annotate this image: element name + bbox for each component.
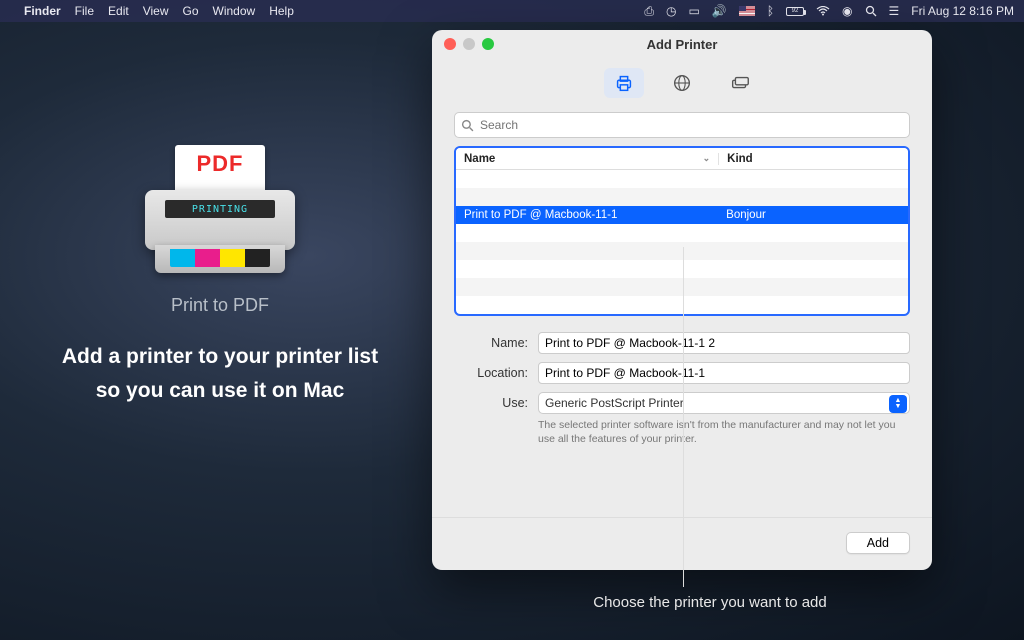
user-icon[interactable]: ◉: [842, 4, 852, 18]
name-label: Name:: [454, 336, 528, 350]
callout-text: Choose the printer you want to add: [560, 594, 860, 611]
bluetooth-icon[interactable]: ᛒ: [767, 4, 774, 18]
menu-view[interactable]: View: [143, 4, 169, 18]
callout-line: [683, 247, 684, 587]
minimize-icon[interactable]: [463, 38, 475, 50]
window-title: Add Printer: [432, 37, 932, 52]
close-icon[interactable]: [444, 38, 456, 50]
input-flag-icon[interactable]: [739, 6, 755, 16]
timemachine-icon[interactable]: ◷: [666, 4, 676, 18]
search-input[interactable]: [480, 118, 903, 132]
search-icon: [461, 119, 474, 132]
menu-edit[interactable]: Edit: [108, 4, 129, 18]
select-chevrons-icon: ▲▼: [889, 395, 907, 413]
location-input[interactable]: [538, 362, 910, 384]
name-input[interactable]: [538, 332, 910, 354]
search-menu-icon[interactable]: [865, 5, 877, 17]
row-kind: Bonjour: [718, 209, 766, 221]
use-value: Generic PostScript Printer: [545, 396, 684, 410]
location-label: Location:: [454, 366, 528, 380]
column-name-header[interactable]: Name⌄: [456, 153, 718, 165]
menu-file[interactable]: File: [75, 4, 94, 18]
menu-bar: Finder File Edit View Go Window Help ⎙ ◷…: [0, 0, 1024, 22]
menu-window[interactable]: Window: [213, 4, 256, 18]
battery-icon[interactable]: 92: [786, 7, 804, 16]
windows-tab-button[interactable]: [720, 68, 760, 98]
ip-tab-button[interactable]: [662, 68, 702, 98]
row-name: Print to PDF @ Macbook-11-1: [456, 209, 718, 221]
search-field[interactable]: [454, 112, 910, 138]
paper-pdf-label: PDF: [197, 151, 244, 177]
printing-label: PRINTING: [192, 204, 248, 215]
titlebar[interactable]: Add Printer: [432, 30, 932, 58]
app-menu[interactable]: Finder: [24, 4, 61, 18]
printer-row[interactable]: Print to PDF @ Macbook-11-1 Bonjour: [456, 206, 908, 224]
zoom-icon[interactable]: [482, 38, 494, 50]
promo-line1: Add a printer to your printer list: [60, 340, 380, 374]
add-printer-window: Add Printer Name⌄ Kind Print to PD: [432, 30, 932, 570]
printer-list: Name⌄ Kind Print to PDF @ Macbook-11-1 B…: [454, 146, 910, 316]
printer-illustration: PDF PRINTING: [140, 145, 300, 285]
printer-menu-icon[interactable]: ⎙: [644, 4, 654, 19]
promo-title: Print to PDF: [60, 295, 380, 316]
wifi-icon[interactable]: [816, 6, 830, 16]
volume-icon[interactable]: 🔊: [712, 4, 727, 18]
control-center-icon[interactable]: ☰: [889, 4, 900, 18]
use-hint: The selected printer software isn't from…: [538, 419, 910, 446]
column-kind-header[interactable]: Kind: [718, 153, 908, 165]
list-body[interactable]: Print to PDF @ Macbook-11-1 Bonjour: [456, 170, 908, 314]
add-button[interactable]: Add: [846, 532, 910, 554]
display-icon[interactable]: ▭: [689, 4, 700, 18]
menu-go[interactable]: Go: [183, 4, 199, 18]
promo-panel: PDF PRINTING Print to PDF Add a printer …: [60, 145, 380, 407]
clock[interactable]: Fri Aug 12 8:16 PM: [911, 4, 1014, 18]
toolbar: [432, 58, 932, 112]
use-label: Use:: [454, 396, 528, 410]
sort-chevron-icon: ⌄: [703, 153, 711, 164]
default-tab-button[interactable]: [604, 68, 644, 98]
use-select[interactable]: Generic PostScript Printer ▲▼: [538, 392, 910, 414]
promo-line2: so you can use it on Mac: [60, 374, 380, 408]
menu-help[interactable]: Help: [269, 4, 294, 18]
